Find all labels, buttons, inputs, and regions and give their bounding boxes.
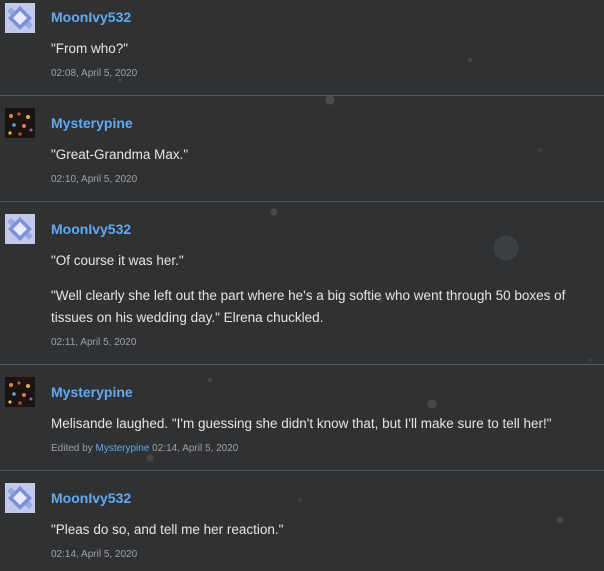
post-author-link[interactable]: MoonIvy532: [51, 9, 131, 25]
comment-feed: MoonIvy532 "From who?" 02:08, April 5, 2…: [0, 0, 604, 571]
post-author-link[interactable]: MoonIvy532: [51, 221, 131, 237]
mysterypine-avatar-icon[interactable]: [5, 108, 35, 138]
comment-post: MoonIvy532 "From who?" 02:08, April 5, 2…: [0, 0, 604, 96]
edited-by-label: Edited by: [51, 443, 93, 454]
post-author-link[interactable]: MoonIvy532: [51, 490, 131, 506]
post-message: "Well clearly she left out the part wher…: [51, 288, 566, 325]
comment-post: MoonIvy532 "Pleas do so, and tell me her…: [0, 471, 604, 571]
post-timestamp: 02:11, April 5, 2020: [51, 337, 137, 348]
post-timestamp: 02:10, April 5, 2020: [51, 174, 138, 185]
post-author-link[interactable]: Mysterypine: [51, 115, 133, 131]
post-timestamp: 02:14, April 5, 2020: [51, 549, 138, 560]
post-timestamp: 02:08, April 5, 2020: [51, 68, 138, 79]
post-message: "Of course it was her.": [51, 253, 184, 268]
post-message: "Pleas do so, and tell me her reaction.": [51, 522, 284, 537]
post-timestamp: 02:14, April 5, 2020: [152, 443, 239, 454]
comment-post: Mysterypine Melisande laughed. "I'm gues…: [0, 365, 604, 471]
moonivy-avatar-icon[interactable]: [5, 3, 35, 33]
mysterypine-avatar-icon[interactable]: [5, 377, 35, 407]
post-message: "From who?": [51, 41, 129, 56]
comment-post: MoonIvy532 "Of course it was her." "Well…: [0, 202, 604, 365]
post-message: Melisande laughed. "I'm guessing she did…: [51, 416, 552, 431]
moonivy-avatar-icon[interactable]: [5, 214, 35, 244]
post-message: "Great-Grandma Max.": [51, 147, 189, 162]
comment-post: Mysterypine "Great-Grandma Max." 02:10, …: [0, 96, 604, 202]
post-author-link[interactable]: Mysterypine: [51, 384, 133, 400]
editor-link[interactable]: Mysterypine: [95, 443, 149, 454]
post-edit-info: Edited by Mysterypine 02:14, April 5, 20…: [51, 443, 238, 454]
moonivy-avatar-icon[interactable]: [5, 483, 35, 513]
